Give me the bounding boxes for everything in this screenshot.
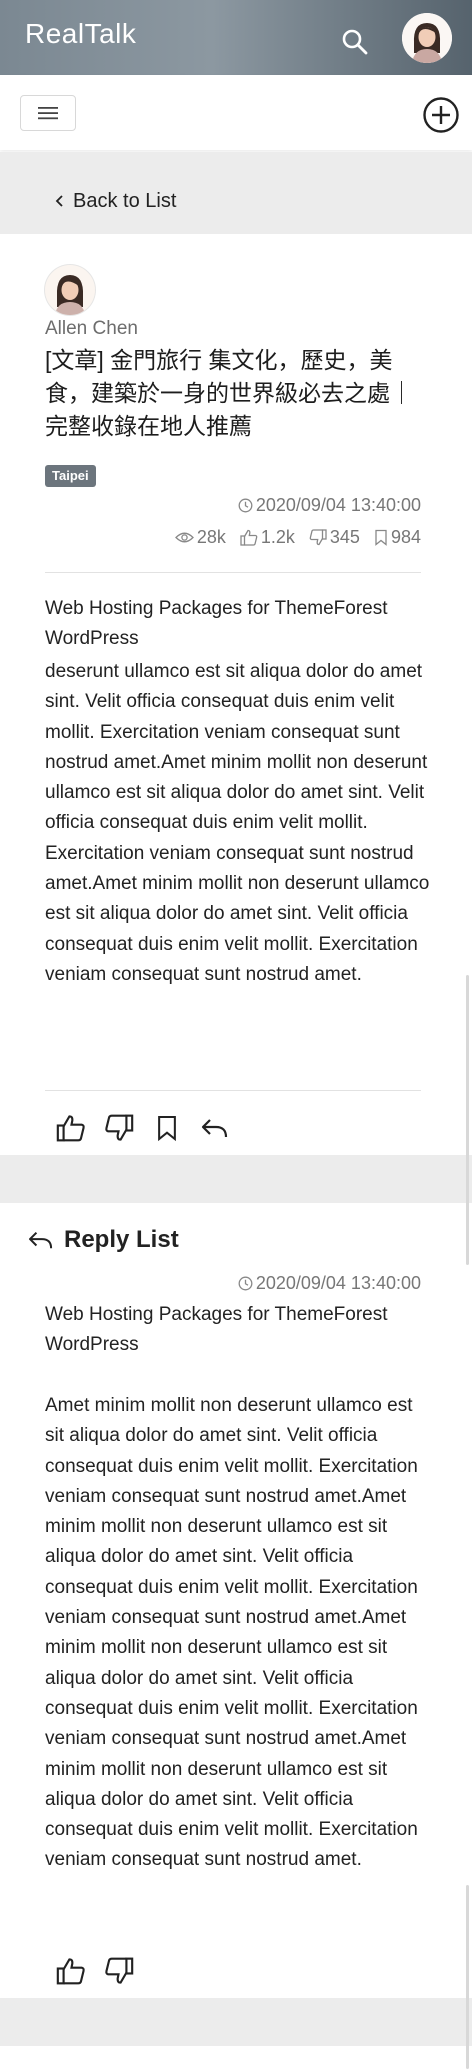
bookmarks-count: 984 [390,527,421,547]
avatar [45,265,95,315]
scrollbar-thumb[interactable] [466,975,469,1265]
user-avatar-button[interactable] [402,13,452,63]
search-button[interactable] [337,24,373,60]
like-button[interactable] [55,1112,87,1144]
thumbs-up-icon [240,529,258,546]
chevron-left-icon [55,195,63,207]
post-author[interactable]: Allen Chen [45,318,138,340]
app-header: RealTalk [0,0,472,75]
bookmark-icon [158,1115,176,1142]
eye-icon [174,532,194,543]
reply-list-title: Reply List [28,1226,179,1254]
post-datetime-text: 2020/09/04 13:40:00 [255,495,421,515]
menu-button[interactable] [20,95,76,131]
reply-list-label: Reply List [64,1226,179,1253]
plus-circle-icon [423,97,459,133]
author-avatar[interactable] [45,265,95,315]
back-to-list-link[interactable]: Back to List [55,188,176,214]
add-post-button[interactable] [422,96,460,134]
brand-logo[interactable]: RealTalk [25,18,136,50]
divider [45,1090,421,1091]
toolbar [0,75,472,150]
thumbs-down-icon [309,529,327,546]
views-stat: 28k [174,527,226,548]
clock-icon [238,1276,253,1291]
reply-datetime-text: 2020/09/04 13:40:00 [255,1273,421,1293]
bookmark-icon [375,529,387,546]
section-separator [0,1998,472,2046]
location-tag[interactable]: Taipei [45,465,96,487]
hamburger-icon [38,107,58,120]
clock-icon [238,498,253,513]
thumbs-up-icon [56,1115,85,1142]
views-count: 28k [196,527,226,547]
thumbs-up-icon [56,1958,85,1985]
post-actions [55,1112,231,1144]
post-stats: 28k 1.2k 345 984 [174,527,421,548]
dislike-button[interactable] [103,1112,135,1144]
scrollbar-thumb[interactable] [466,1885,469,2069]
reply-dislike-button[interactable] [103,1955,135,1987]
thumbs-down-icon [105,1957,134,1984]
avatar [402,13,452,63]
likes-stat: 1.2k [240,527,295,548]
reply-like-button[interactable] [55,1955,87,1987]
reply-button[interactable] [199,1112,231,1144]
dislikes-count: 345 [329,527,360,547]
dislikes-stat: 345 [309,527,360,548]
bookmarks-stat: 984 [374,527,421,548]
back-to-list-label: Back to List [73,189,177,212]
post-content-heading: Web Hosting Packages for ThemeForest Wor… [45,598,388,649]
post-title: [文章] 金門旅行 集文化，歷史，美食，建築於一身的世界級必去之處｜完整收錄在地… [45,347,413,439]
reply-actions [55,1955,135,1987]
post-datetime: 2020/09/04 13:40:00 [238,495,421,516]
reply-heading: Web Hosting Packages for ThemeForest Wor… [45,1304,388,1355]
reply-body: Amet minim mollit non deserunt ullamco e… [45,1395,418,1871]
reply-icon [201,1119,228,1138]
reply-datetime: 2020/09/04 13:40:00 [238,1273,421,1294]
divider [45,572,421,573]
thumbs-down-icon [105,1114,134,1141]
reply-icon [28,1231,53,1249]
likes-count: 1.2k [260,527,295,547]
bookmark-button[interactable] [151,1112,183,1144]
post-content-body: deserunt ullamco est sit aliqua dolor do… [45,661,430,985]
section-separator [0,1155,472,1203]
search-icon [342,29,368,55]
